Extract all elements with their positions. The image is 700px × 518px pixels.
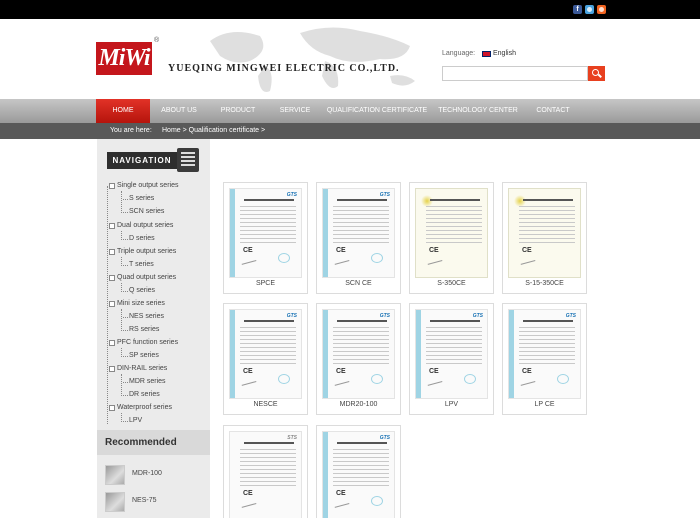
site-header: MiWi ® YUEQING MINGWEI ELECTRIC CO.,LTD.…: [0, 19, 700, 99]
calculator-icon: [177, 148, 199, 172]
navigation-heading: NAVIGATION: [107, 152, 177, 169]
recommended-item[interactable]: NES-75: [97, 488, 210, 515]
certificate-image[interactable]: STS CE: [229, 431, 302, 518]
sub-mdr-series[interactable]: MDR series: [123, 378, 166, 385]
facebook-icon[interactable]: f: [573, 5, 582, 14]
sub-q-series[interactable]: Q series: [122, 287, 155, 294]
search-input[interactable]: [442, 66, 588, 81]
product-thumbnail[interactable]: [105, 465, 125, 485]
certificate-image[interactable]: CE: [508, 188, 581, 278]
certificate-card[interactable]: GTS CE LPV: [409, 303, 494, 415]
certificate-card[interactable]: STS CE: [223, 425, 308, 518]
certificate-label[interactable]: S-350CE: [410, 280, 493, 287]
nav-product[interactable]: PRODUCT: [208, 99, 268, 123]
world-map-background: [210, 27, 415, 93]
certificate-card[interactable]: GTS CE LP CE: [502, 303, 587, 415]
expand-icon: [109, 223, 115, 229]
rss-icon[interactable]: [597, 5, 606, 14]
certificate-label[interactable]: MDR20-100: [317, 401, 400, 408]
expand-icon: [109, 405, 115, 411]
sub-d-series[interactable]: D series: [123, 235, 155, 242]
nav-service[interactable]: SERVICE: [268, 99, 322, 123]
breadcrumb-path[interactable]: Home > Qualification certificate >: [162, 123, 265, 139]
sub-sp-series[interactable]: SP series: [123, 352, 159, 359]
top-bar: f: [0, 0, 700, 19]
recommended-item[interactable]: MDR-100: [97, 461, 210, 488]
category-din-rail[interactable]: DIN-RAIL series: [109, 365, 167, 372]
search-button[interactable]: [588, 66, 605, 81]
breadcrumb-prefix: You are here:: [110, 127, 152, 134]
expand-icon: [109, 301, 115, 307]
sub-s-series[interactable]: S series: [122, 195, 154, 202]
certificate-image[interactable]: GTS CE: [229, 188, 302, 278]
expand-icon: [109, 275, 115, 281]
certificate-card[interactable]: GTS CE SPCE: [223, 182, 308, 294]
certificate-image[interactable]: GTS CE: [322, 309, 395, 399]
expand-icon: [109, 366, 115, 372]
breadcrumb: You are here: Home > Qualification certi…: [0, 123, 700, 139]
registered-mark: ®: [154, 37, 160, 44]
certificate-card[interactable]: GTS CE NESCE: [223, 303, 308, 415]
nav-qualification-certificate[interactable]: QUALIFICATION CERTIFICATE: [322, 99, 432, 123]
expand-icon: [109, 249, 115, 255]
certificate-image[interactable]: GTS CE: [322, 188, 395, 278]
sub-scn-series[interactable]: SCN series: [122, 208, 164, 215]
certificate-image[interactable]: GTS CE: [322, 431, 395, 518]
sidebar: NAVIGATION Single output series S series…: [97, 139, 210, 518]
company-logo[interactable]: MiWi: [96, 42, 152, 75]
certificate-label[interactable]: LP CE: [503, 401, 586, 408]
category-pfc-function[interactable]: PFC function series: [109, 339, 178, 346]
product-thumbnail[interactable]: [105, 492, 125, 512]
certificate-card[interactable]: CE S-350CE: [409, 182, 494, 294]
company-name: YUEQING MINGWEI ELECTRIC CO.,LTD.: [168, 63, 400, 74]
expand-icon: [109, 183, 115, 189]
certificate-image[interactable]: GTS CE: [508, 309, 581, 399]
certificate-label[interactable]: S-15-350CE: [503, 280, 586, 287]
certificate-image[interactable]: CE: [415, 188, 488, 278]
recommended-label[interactable]: NES-75: [132, 497, 157, 504]
sub-dr-series[interactable]: DR series: [123, 391, 160, 398]
nav-technology-center[interactable]: TECHNOLOGY CENTER: [432, 99, 524, 123]
certificate-card[interactable]: CE S-15-350CE: [502, 182, 587, 294]
category-triple-output[interactable]: Triple output series: [109, 248, 176, 255]
language-selector[interactable]: English: [493, 50, 516, 57]
certificate-label[interactable]: SCN CE: [317, 280, 400, 287]
category-dual-output[interactable]: Dual output series: [109, 222, 173, 229]
certificate-card[interactable]: GTS CE MDR20-100: [316, 303, 401, 415]
category-quad-output[interactable]: Quad output series: [109, 274, 176, 281]
uk-flag-icon[interactable]: [482, 51, 491, 57]
nav-about-us[interactable]: ABOUT US: [150, 99, 208, 123]
certificate-image[interactable]: GTS CE: [229, 309, 302, 399]
certificate-label[interactable]: LPV: [410, 401, 493, 408]
certificate-card[interactable]: GTS CE SCN CE: [316, 182, 401, 294]
certificate-label[interactable]: NESCE: [224, 401, 307, 408]
main-nav: HOME ABOUT US PRODUCT SERVICE QUALIFICAT…: [0, 99, 700, 123]
nav-contact[interactable]: CONTACT: [524, 99, 582, 123]
certificate-card[interactable]: GTS CE: [316, 425, 401, 518]
certificate-label[interactable]: SPCE: [224, 280, 307, 287]
category-mini-size[interactable]: Mini size series: [109, 300, 165, 307]
sub-lpv[interactable]: LPV: [122, 417, 142, 424]
expand-icon: [109, 340, 115, 346]
language-label: Language:: [442, 50, 476, 57]
sub-rs-series[interactable]: RS series: [122, 326, 159, 333]
nav-home[interactable]: HOME: [96, 99, 150, 123]
category-waterproof[interactable]: Waterproof series: [109, 404, 172, 411]
sub-nes-series[interactable]: NES series: [122, 313, 164, 320]
twitter-icon[interactable]: [585, 5, 594, 14]
sub-t-series[interactable]: T series: [123, 261, 154, 268]
certificate-image[interactable]: GTS CE: [415, 309, 488, 399]
category-single-output[interactable]: Single output series: [109, 182, 178, 189]
recommended-heading: Recommended: [97, 430, 210, 455]
recommended-label[interactable]: MDR-100: [132, 470, 162, 477]
